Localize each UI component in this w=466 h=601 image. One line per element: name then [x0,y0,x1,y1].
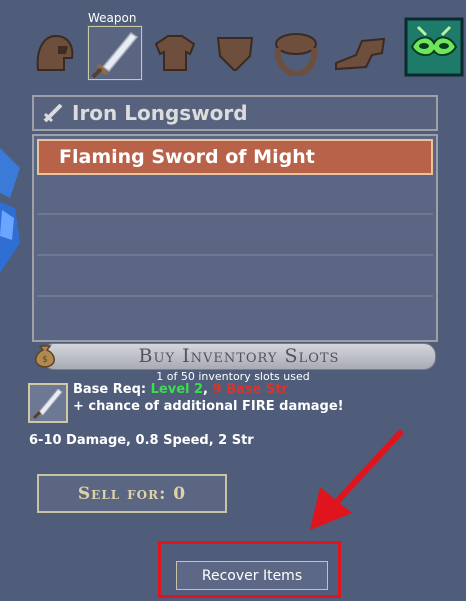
item-bonus: + chance of additional FIRE damage! [73,399,344,414]
selected-slot-label: Weapon [88,11,137,25]
req-level: Level 2 [150,382,204,397]
equip-slot-chest[interactable] [147,25,203,81]
helmet-icon [36,34,74,71]
recover-items-label: Recover Items [201,567,303,584]
buy-inventory-slots-button[interactable]: Buy Inventory Slots [42,343,436,370]
annotation-arrow [310,430,403,530]
sword-icon [91,31,139,79]
money-bag-icon: $ [30,340,60,374]
sell-button[interactable]: Sell for: 0 [37,474,227,513]
item-stats: 6-10 Damage, 0.8 Speed, 2 Str [29,433,254,448]
boots-icon [335,37,386,71]
item-list: Flaming Sword of Might [32,134,438,342]
item-thumbnail [28,383,68,423]
sell-label: Sell for: 0 [77,483,187,504]
chest-armor-icon [154,35,196,71]
list-item[interactable] [37,179,433,215]
req-separator: , [203,382,213,397]
equipped-item-bar[interactable]: Iron Longsword [32,95,438,131]
req-str: 9 Base Str [212,382,288,397]
equip-slot-helmet[interactable] [27,25,83,81]
sword-icon [43,103,63,123]
list-item[interactable]: Flaming Sword of Might [37,139,433,175]
buy-inventory-slots-label: Buy Inventory Slots [138,345,340,367]
list-item[interactable] [37,261,433,297]
list-item[interactable] [37,302,433,338]
req-prefix: Base Req: [73,382,151,397]
crystal-decoration [0,148,26,282]
equip-slot-accessory[interactable] [402,15,466,79]
equip-slot-shield[interactable] [267,25,323,81]
item-requirements: Base Req: Level 2, 9 Base Str + chance o… [73,381,344,415]
sword-icon [32,388,63,420]
mask-icon [404,17,464,77]
equip-slot-boots[interactable] [332,25,388,81]
leg-armor-icon [216,37,254,71]
svg-text:$: $ [42,355,48,365]
equipped-item-name: Iron Longsword [72,101,248,125]
equip-slot-weapon[interactable] [87,25,143,81]
list-item-label: Flaming Sword of Might [59,146,315,168]
equip-slot-legs[interactable] [207,25,263,81]
list-item[interactable] [37,220,433,256]
ring-icon [274,33,318,76]
recover-items-button[interactable]: Recover Items [176,561,328,590]
